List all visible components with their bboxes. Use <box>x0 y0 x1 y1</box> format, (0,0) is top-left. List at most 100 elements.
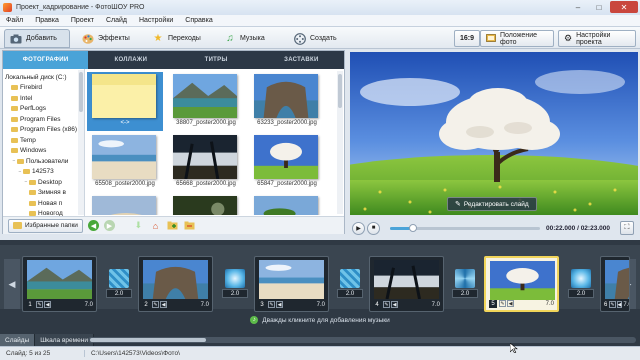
seek-handle[interactable] <box>408 223 417 232</box>
edit-pencil-icon[interactable]: ✎ <box>36 301 43 308</box>
tree-item[interactable]: PerfLogs <box>3 104 84 115</box>
transition-duration: 2.0 <box>222 289 248 298</box>
add-all-folder-icon[interactable] <box>184 221 195 231</box>
tree-item[interactable]: Windows <box>3 146 84 157</box>
photo-position-button[interactable]: Положение фото <box>480 30 554 47</box>
timeline-slide[interactable]: 3 ✎ ◀ 7.0 <box>254 256 329 312</box>
tree-item[interactable]: Program Files <box>3 114 84 125</box>
transition-item[interactable]: 2.0 <box>337 269 363 301</box>
edit-pencil-icon[interactable]: ✎ <box>499 300 506 307</box>
slide-preview[interactable]: ✎ Редактировать слайд <box>350 52 638 215</box>
timeline-slide[interactable]: 4 ✎ ◀ 7.0 <box>369 256 444 312</box>
transition-item[interactable]: 2.0 <box>568 269 594 301</box>
timeline-slide[interactable]: 5 ✎ ◀ 7.0 <box>484 256 559 312</box>
photo-thumbnail[interactable]: 38807_poster2000.jpg <box>168 72 244 131</box>
tree-item[interactable]: Temp <box>3 135 84 146</box>
tree-item[interactable]: Локальный диск (C:) <box>3 72 84 83</box>
slide-duration: 7.0 <box>316 301 325 308</box>
close-button[interactable]: ✕ <box>610 1 638 13</box>
tab-create[interactable]: Создать <box>288 29 342 48</box>
tree-item[interactable]: − Desktop <box>3 177 84 188</box>
timeline-slide[interactable]: 1 ✎ ◀ 7.0 <box>22 256 97 312</box>
photo-thumbnail[interactable] <box>249 194 325 215</box>
timeline-scroll-thumb[interactable] <box>90 338 206 342</box>
folder-icon <box>29 200 36 206</box>
tree-item-label: Desktop <box>38 178 62 186</box>
menu-slide[interactable]: Слайд <box>100 17 133 24</box>
subtab-photos[interactable]: ФОТОГРАФИИ <box>3 51 89 69</box>
photo-thumbnail[interactable]: <-> <box>87 72 163 131</box>
tree-item[interactable]: Зимняя в <box>3 188 84 199</box>
transition-item[interactable]: 2.0 <box>222 269 248 301</box>
edit-pencil-icon[interactable]: ✎ <box>268 301 275 308</box>
add-folder-icon[interactable] <box>167 221 178 231</box>
sound-icon[interactable]: ◀ <box>44 301 51 308</box>
sound-icon[interactable]: ◀ <box>616 301 623 308</box>
photo-thumbnail[interactable]: 65668_poster2000.jpg <box>168 133 244 192</box>
tab-add[interactable]: Добавить <box>4 29 70 48</box>
strip-scroll-left[interactable]: ◀ <box>4 259 20 309</box>
menu-file[interactable]: Файл <box>0 17 29 24</box>
back-arrow-icon[interactable]: ◀ <box>87 220 99 231</box>
add-down-arrow-icon[interactable]: ⬇ <box>133 220 144 231</box>
photo-thumbnail[interactable] <box>87 194 163 215</box>
photo-image <box>254 196 318 215</box>
favorite-folders-button[interactable]: Избранные папки <box>8 218 83 233</box>
grid-scroll-thumb[interactable] <box>338 74 342 108</box>
photo-thumbnail[interactable]: 65847_poster2000.jpg <box>249 133 325 192</box>
maximize-button[interactable]: □ <box>589 1 609 13</box>
seek-bar[interactable] <box>390 223 540 232</box>
edit-pencil-icon[interactable]: ✎ <box>609 301 616 308</box>
slide-meta: 4 ✎ ◀ 7.0 <box>373 300 440 309</box>
transition-item[interactable]: 2.0 <box>106 269 132 301</box>
tree-scrollbar[interactable] <box>78 70 84 215</box>
grid-scrollbar[interactable] <box>337 71 343 214</box>
menu-settings[interactable]: Настройки <box>133 17 179 24</box>
tree-item[interactable]: Intel <box>3 93 84 104</box>
menu-project[interactable]: Проект <box>65 17 100 24</box>
tab-effects[interactable]: Эффекты <box>76 29 142 48</box>
edit-pencil-icon[interactable]: ✎ <box>383 301 390 308</box>
minimize-button[interactable]: – <box>568 1 588 13</box>
sound-icon[interactable]: ◀ <box>276 301 283 308</box>
stop-button[interactable]: ■ <box>367 221 380 235</box>
subtab-titles[interactable]: ТИТРЫ <box>174 51 259 69</box>
folder-icon <box>13 222 22 229</box>
transition-item[interactable]: 2.0 <box>452 269 478 301</box>
tree-item[interactable]: Program Files (x86) <box>3 125 84 136</box>
transition-thumbnail <box>455 269 475 288</box>
photo-thumbnail[interactable]: 63233_poster2000.jpg <box>249 72 325 131</box>
folder-icon <box>11 116 18 122</box>
fullscreen-button[interactable]: ⛶ <box>620 221 634 235</box>
tab-slides[interactable]: Слайды <box>0 334 36 346</box>
timeline-scrollbar[interactable] <box>88 337 636 343</box>
tree-item[interactable]: −142573 <box>3 167 84 178</box>
tab-music[interactable]: ♫ Музыка <box>218 29 284 48</box>
timeline-slide[interactable]: 2 ✎ ◀ 7.0 <box>138 256 213 312</box>
sound-icon[interactable]: ◀ <box>160 301 167 308</box>
home-icon[interactable]: ⌂ <box>150 221 161 231</box>
tab-transitions[interactable]: ★ Переходы <box>146 29 214 48</box>
menu-help[interactable]: Справка <box>179 17 218 24</box>
tree-item[interactable]: Firebird <box>3 83 84 94</box>
tree-item[interactable]: Новая п <box>3 198 84 209</box>
subtab-collages[interactable]: КОЛЛАЖИ <box>88 51 173 69</box>
forward-arrow-icon[interactable]: ▶ <box>103 220 115 231</box>
photo-thumbnail[interactable]: 65508_poster2000.jpg <box>87 133 163 192</box>
tree-scroll-thumb[interactable] <box>79 72 83 112</box>
aspect-ratio-button[interactable]: 16:9 <box>454 30 481 47</box>
menu-edit[interactable]: Правка <box>29 17 65 24</box>
subtab-intros[interactable]: ЗАСТАВКИ <box>259 51 344 69</box>
play-button[interactable]: ▶ <box>352 221 365 235</box>
timeline-slide[interactable]: 6 ✎ ◀ 7.0 <box>600 256 630 312</box>
tree-item[interactable]: − Пользователи <box>3 156 84 167</box>
edit-slide-button[interactable]: ✎ Редактировать слайд <box>447 197 537 211</box>
edit-pencil-icon[interactable]: ✎ <box>152 301 159 308</box>
sound-icon[interactable]: ◀ <box>391 301 398 308</box>
sound-icon[interactable]: ◀ <box>507 300 514 307</box>
tree-item[interactable]: Новогод <box>3 209 84 216</box>
music-track-area[interactable]: ♪ Дважды кликните для добавления музыки <box>0 316 640 324</box>
project-settings-button[interactable]: ⚙ Настройки проекта <box>558 30 636 47</box>
photo-thumbnail[interactable] <box>168 194 244 215</box>
tab-timescale[interactable]: Шкала времени <box>35 334 94 346</box>
